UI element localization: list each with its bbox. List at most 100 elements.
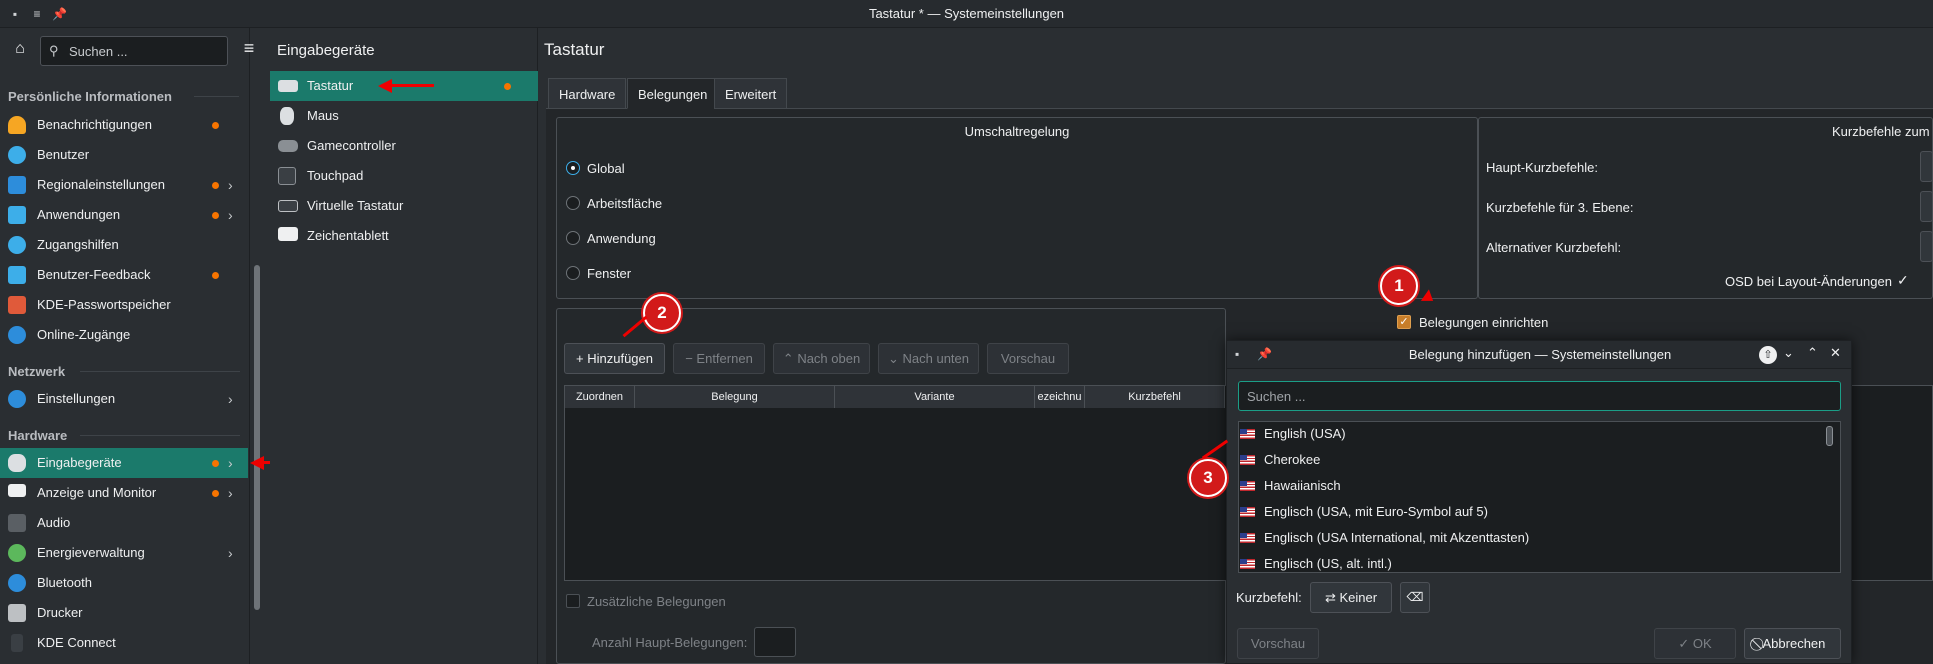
- dialog-search-placeholder: Suchen ...: [1247, 389, 1306, 404]
- column-header-variant[interactable]: Variante: [835, 386, 1035, 408]
- sidebar-item-label: Audio: [37, 515, 71, 530]
- sidebar-item-input-devices[interactable]: Eingabegeräte ›: [0, 448, 248, 478]
- plus-icon: +: [576, 351, 588, 366]
- move-up-button[interactable]: ⌃ Nach oben: [773, 343, 870, 374]
- sidebar-item-accessibility[interactable]: Zugangshilfen: [0, 230, 248, 260]
- sidebar-item-wallet[interactable]: KDE-Passwortspeicher: [0, 290, 248, 320]
- subnav-item-label: Touchpad: [307, 168, 364, 183]
- main-shortcuts-button[interactable]: [1920, 151, 1933, 182]
- section-network: Netzwerk: [8, 364, 66, 379]
- subnav-item-gamecontroller[interactable]: Gamecontroller: [270, 131, 538, 161]
- list-item[interactable]: Englisch (USA International, mit Akzentt…: [1240, 525, 1820, 551]
- chevron-right-icon: ›: [228, 485, 233, 501]
- list-item[interactable]: English (USA): [1240, 421, 1820, 447]
- sidebar-item-audio[interactable]: Audio: [0, 508, 248, 538]
- sidebar-item-feedback[interactable]: Benutzer-Feedback: [0, 260, 248, 290]
- subnav-item-label: Virtuelle Tastatur: [307, 198, 404, 213]
- sidebar-item-apps[interactable]: Anwendungen ›: [0, 200, 248, 230]
- radio-desktop[interactable]: [566, 196, 580, 210]
- tab-advanced[interactable]: Erweitert: [714, 78, 788, 109]
- sidebar-item-online-accounts[interactable]: Online-Zugänge: [0, 320, 248, 350]
- us-flag-icon: [1240, 429, 1255, 439]
- annotation-arrow: [390, 84, 434, 87]
- radio-global[interactable]: [566, 161, 580, 175]
- subnav-item-virtual-keyboard[interactable]: Virtuelle Tastatur: [270, 191, 538, 221]
- sidebar-item-bluetooth[interactable]: Bluetooth: [0, 568, 248, 598]
- home-icon[interactable]: ⌂: [10, 40, 30, 60]
- column-header-shortcut[interactable]: Kurzbefehl: [1085, 386, 1225, 408]
- clear-shortcut-icon[interactable]: ⌫: [1400, 582, 1430, 613]
- search-input[interactable]: ⚲ Suchen ...: [40, 36, 228, 66]
- add-button[interactable]: + Hinzufügen: [564, 343, 665, 374]
- bell-icon: [8, 116, 26, 134]
- subnav-item-tablet[interactable]: Zeichentablett: [270, 221, 538, 251]
- subnav-item-touchpad[interactable]: Touchpad: [270, 161, 538, 191]
- radio-application[interactable]: [566, 231, 580, 245]
- close-icon[interactable]: ✕: [1830, 345, 1841, 361]
- sidebar-item-notifications[interactable]: Benachrichtigungen: [0, 110, 248, 140]
- main-count-spinbox[interactable]: [754, 627, 796, 657]
- chevron-right-icon: ›: [228, 455, 233, 471]
- pin-icon[interactable]: 📌: [52, 7, 67, 21]
- column-header-map[interactable]: Zuordnen: [565, 386, 635, 408]
- shortcut-keiner-button[interactable]: ⇄ Keiner: [1310, 582, 1392, 613]
- notification-dot: [212, 490, 219, 497]
- list-scrollbar[interactable]: [1826, 426, 1833, 446]
- cancel-button[interactable]: ⃠ Abbrechen: [1744, 628, 1841, 659]
- sidebar-item-label: Regionaleinstellungen: [37, 177, 165, 192]
- globe-icon: [8, 326, 26, 344]
- alt-shortcut-button[interactable]: [1920, 231, 1933, 262]
- sidebar-item-power[interactable]: Energieverwaltung ›: [0, 538, 248, 568]
- keep-above-icon[interactable]: ⇧: [1759, 346, 1777, 364]
- configure-layouts-checkbox[interactable]: ✓: [1397, 315, 1411, 329]
- sidebar-item-label: KDE Connect: [37, 635, 116, 650]
- subnav-item-label: Maus: [307, 108, 339, 123]
- radio-window[interactable]: [566, 266, 580, 280]
- sidebar-item-printers[interactable]: Drucker: [0, 598, 248, 628]
- tab-hardware[interactable]: Hardware: [548, 78, 627, 109]
- third-level-shortcuts-button[interactable]: [1920, 191, 1933, 222]
- add-button-label: Hinzufügen: [587, 351, 653, 366]
- sidebar-item-label: Anzeige und Monitor: [37, 485, 157, 500]
- app-icon[interactable]: ▪: [8, 7, 22, 21]
- subnav-item-mouse[interactable]: Maus: [270, 101, 538, 131]
- extra-layouts-label: Zusätzliche Belegungen: [587, 594, 726, 609]
- list-item[interactable]: Cherokee: [1240, 447, 1820, 473]
- sidebar-item-label: KDE-Passwortspeicher: [37, 297, 171, 312]
- tab-layouts[interactable]: Belegungen: [627, 78, 719, 109]
- sidebar-item-kdeconnect[interactable]: KDE Connect: [0, 628, 248, 658]
- sidebar-scrollbar[interactable]: [254, 265, 260, 610]
- list-item[interactable]: Hawaiianisch: [1240, 473, 1820, 499]
- dialog-search-input[interactable]: Suchen ...: [1238, 381, 1841, 411]
- accessibility-icon: [8, 236, 26, 254]
- list-item-label: Cherokee: [1264, 452, 1321, 467]
- third-level-shortcuts-label: Kurzbefehle für 3. Ebene:: [1486, 200, 1634, 215]
- search-icon: ⚲: [49, 43, 59, 58]
- sidebar-item-label: Benutzer: [37, 147, 90, 162]
- column-header-label[interactable]: ezeichnu: [1035, 386, 1085, 408]
- chevron-right-icon: ›: [228, 391, 233, 407]
- list-item[interactable]: Englisch (US, alt. intl.): [1240, 551, 1820, 572]
- list-item[interactable]: Englisch (USA, mit Euro-Symbol auf 5): [1240, 499, 1820, 525]
- speaker-icon: [8, 514, 26, 532]
- list-item-label: English (USA): [1264, 426, 1346, 441]
- remove-button[interactable]: − Entfernen: [673, 343, 765, 374]
- maximize-icon[interactable]: ⌃: [1807, 345, 1818, 361]
- minimize-icon[interactable]: ⌄: [1783, 345, 1794, 361]
- menu-icon[interactable]: ≡: [30, 7, 44, 21]
- sidebar-item-display[interactable]: Anzeige und Monitor ›: [0, 478, 248, 508]
- osd-checkmark-icon[interactable]: ✓: [1897, 272, 1909, 289]
- move-down-button[interactable]: ⌄ Nach unten: [878, 343, 979, 374]
- minus-icon: −: [685, 351, 697, 366]
- dialog-preview-button[interactable]: Vorschau: [1237, 628, 1319, 659]
- column-header-layout[interactable]: Belegung: [635, 386, 835, 408]
- hamburger-icon[interactable]: ≡: [238, 38, 260, 60]
- sidebar-item-label: Zugangshilfen: [37, 237, 119, 252]
- apps-grid-icon: [8, 206, 26, 224]
- extra-layouts-checkbox[interactable]: [566, 594, 580, 608]
- preview-button[interactable]: Vorschau: [987, 343, 1069, 374]
- ok-button[interactable]: ✓ OK: [1654, 628, 1736, 659]
- sidebar-item-regional[interactable]: Regionaleinstellungen ›: [0, 170, 248, 200]
- sidebar-item-users[interactable]: Benutzer: [0, 140, 248, 170]
- sidebar-item-network-settings[interactable]: Einstellungen ›: [0, 384, 248, 414]
